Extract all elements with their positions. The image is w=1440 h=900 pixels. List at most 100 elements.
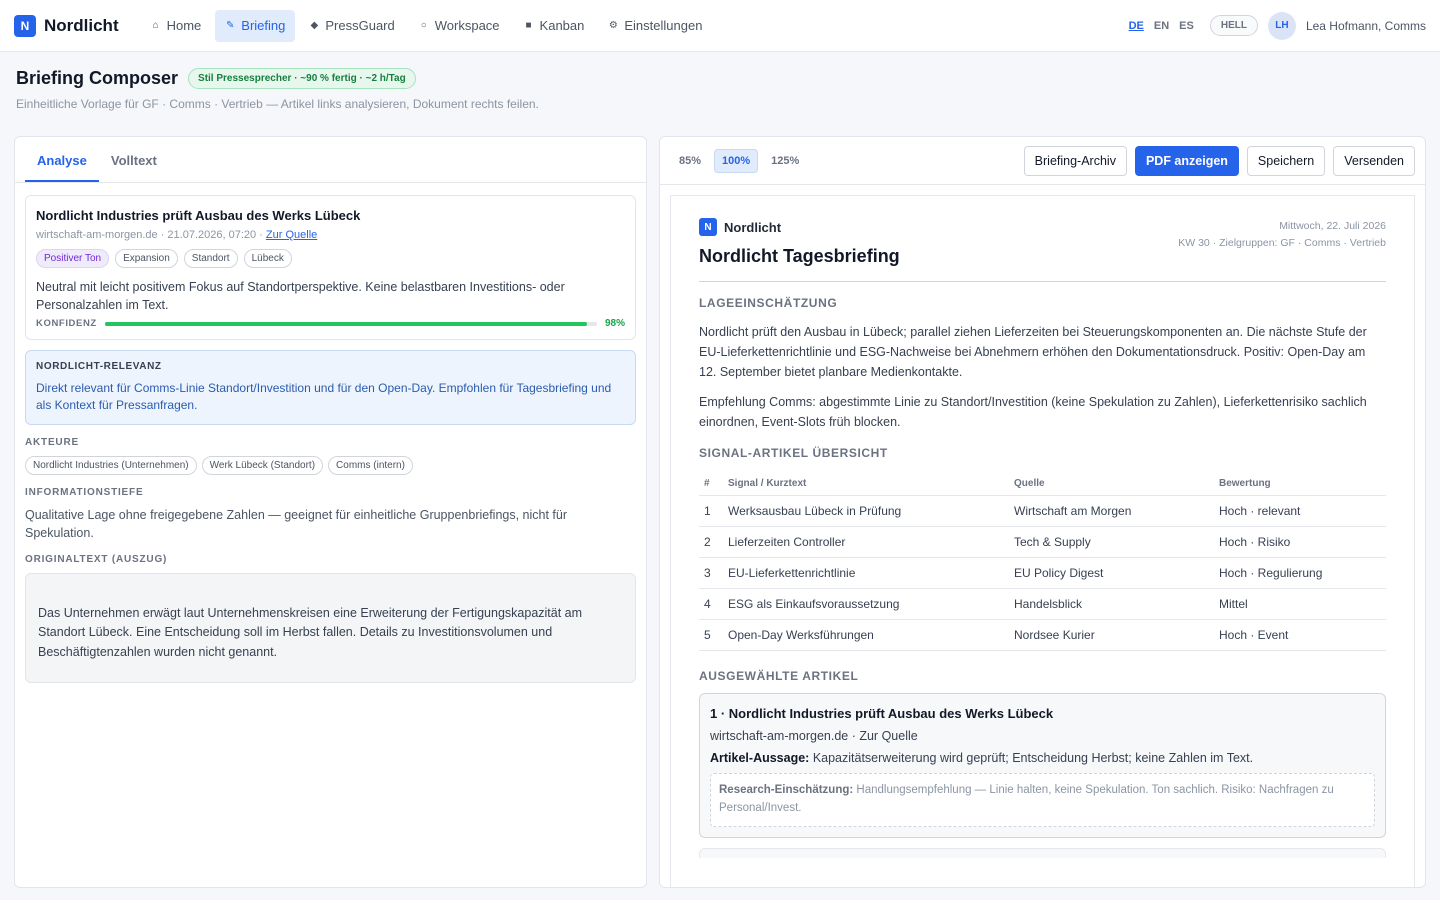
diamond-icon: ◆ <box>310 20 319 31</box>
article-meta: wirtschaft-am-morgen.de · 21.07.2026, 07… <box>36 229 625 241</box>
actor-chip[interactable]: Werk Lübeck (Standort) <box>201 455 324 475</box>
original-text: Das Unternehmen erwägt laut Unternehmens… <box>25 573 636 684</box>
doc-paragraph: Empfehlung Comms: abgestimmte Linie zu S… <box>699 395 1367 429</box>
nav-item-label: Kanban <box>539 18 585 33</box>
lang-en[interactable]: EN <box>1154 20 1169 32</box>
confidence-row: KONFIDENZ 98% <box>36 318 625 329</box>
depth-text: Qualitative Lage ohne freigegebene Zahle… <box>25 507 568 540</box>
selected-article-title: 1 · Nordlicht Industries prüft Ausbau de… <box>710 706 1054 721</box>
pdf-button[interactable]: PDF anzeigen <box>1134 145 1239 176</box>
table-cell: 4 <box>699 588 723 620</box>
top-right-controls: DE EN ES HELL LH Lea Hofmann, Comms <box>1129 11 1426 40</box>
article-claim: Artikel-Aussage: Kapazitätserweiterung w… <box>710 751 1375 765</box>
zoom-100[interactable]: 100% <box>714 148 759 173</box>
zoom-85[interactable]: 85% <box>672 150 708 172</box>
table-cell: Werksausbau Lübeck in Prüfung <box>723 495 1009 527</box>
table-cell: 5 <box>699 619 723 651</box>
actors-label: AKTEURE <box>25 436 79 448</box>
research-label: Research-Einschätzung: <box>719 784 854 796</box>
home-icon: ⌂ <box>152 20 159 31</box>
tag[interactable]: Standort <box>183 249 238 268</box>
doc-date-block: Mittwoch, 22. Juli 2026 KW 30 · Zielgrup… <box>1178 218 1386 267</box>
confidence-bar-fill <box>104 321 588 326</box>
actors-section: AKTEURE Nordlicht Industries (Unternehme… <box>25 437 636 475</box>
article-title: Nordlicht Industries prüft Ausbau des We… <box>36 208 361 223</box>
nav-item-pressguard[interactable]: ◆ PressGuard <box>299 10 404 42</box>
table-cell: Open-Day Werksführungen <box>723 619 1009 651</box>
original-label: ORIGINALTEXT (AUSZUG) <box>25 554 168 566</box>
nav-item-kanban[interactable]: ■ Kanban <box>514 10 595 42</box>
table-row: 4 ESG als Einkaufsvoraussetzung Handelsb… <box>699 588 1386 620</box>
depth-section: INFORMATIONSTIEFE Qualitative Lage ohne … <box>25 487 636 542</box>
claim-text: Kapazitätserweiterung wird geprüft; Ents… <box>809 751 1254 765</box>
table-cell: 2 <box>699 526 723 558</box>
table-cell: Hoch · Event <box>1214 619 1386 651</box>
actor-chip[interactable]: Comms (intern) <box>328 455 413 475</box>
nav-item-label: Briefing <box>241 18 286 33</box>
divider <box>699 281 1386 282</box>
tag[interactable]: Lübeck <box>243 249 292 268</box>
article-summary: Neutral mit leicht positivem Fokus auf S… <box>36 280 565 313</box>
page-subtitle: Einheitliche Vorlage für GF · Comms · Ve… <box>16 97 539 111</box>
save-button[interactable]: Speichern <box>1246 145 1326 176</box>
lang-es[interactable]: ES <box>1179 20 1194 32</box>
tab-analyse[interactable]: Analyse <box>25 153 99 182</box>
avatar[interactable]: LH <box>1267 11 1296 40</box>
relevance-text: Direkt relevant für Comms-Linie Standort… <box>36 381 612 413</box>
article-meta-text: wirtschaft-am-morgen.de · 21.07.2026, 07… <box>36 229 266 241</box>
signals-table: # Signal / Kurztext Quelle Bewertung 1 W… <box>699 472 1386 651</box>
confidence-bar <box>104 321 597 326</box>
confidence-label: KONFIDENZ <box>36 318 97 330</box>
table-cell: Hoch · Risiko <box>1214 526 1386 558</box>
user-name[interactable]: Lea Hofmann, Comms <box>1306 19 1426 33</box>
document-toolbar: 85% 100% 125% Briefing-Archiv PDF anzeig… <box>660 137 1425 185</box>
tag[interactable]: Expansion <box>115 249 178 268</box>
nav-item-home[interactable]: ⌂ Home <box>141 10 212 42</box>
table-row: 3 EU-Lieferkettenrichtlinie EU Policy Di… <box>699 557 1386 589</box>
column-header: Quelle <box>1009 472 1214 496</box>
brand-name[interactable]: Nordlicht <box>44 16 119 36</box>
table-row: 1 Werksausbau Lübeck in Prüfung Wirtscha… <box>699 495 1386 527</box>
nav-item-label: PressGuard <box>325 18 395 33</box>
table-cell: Mittel <box>1214 588 1386 620</box>
section-heading: LAGEEINSCHÄTZUNG <box>699 296 838 310</box>
nav-item-label: Home <box>166 18 202 33</box>
table-cell: 1 <box>699 495 723 527</box>
nav-item-briefing[interactable]: ✎ Briefing <box>215 9 296 42</box>
doc-date: Mittwoch, 22. Juli 2026 <box>1279 220 1386 232</box>
column-header: Signal / Kurztext <box>723 472 1009 496</box>
brand-logo[interactable]: N <box>14 14 36 37</box>
article-card: Nordlicht Industries prüft Ausbau des We… <box>25 195 636 341</box>
selected-article-card: 1 · Nordlicht Industries prüft Ausbau de… <box>699 693 1386 838</box>
nav-item-workspace[interactable]: ○ Workspace <box>409 10 510 42</box>
original-section: ORIGINALTEXT (AUSZUG) Das Unternehmen er… <box>25 554 636 684</box>
circle-icon: ○ <box>420 20 427 31</box>
send-button[interactable]: Versenden <box>1333 145 1415 176</box>
tag-tone[interactable]: Positiver Ton <box>36 249 110 268</box>
lang-de[interactable]: DE <box>1129 20 1144 32</box>
actor-chips: Nordlicht Industries (Unternehmen) Werk … <box>25 455 636 475</box>
tab-volltext[interactable]: Volltext <box>99 153 169 182</box>
section-heading: AUSGEWÄHLTE ARTIKEL <box>699 669 859 683</box>
doc-paragraph: Nordlicht prüft den Ausbau in Lübeck; pa… <box>699 325 1367 379</box>
table-row: 2 Lieferzeiten Controller Tech & Supply … <box>699 526 1386 558</box>
relevance-box: NORDLICHT-RELEVANZ Direkt relevant für C… <box>25 350 636 425</box>
source-link[interactable]: Zur Quelle <box>266 229 317 241</box>
column-header: Bewertung <box>1214 472 1386 496</box>
table-cell: Hoch · Regulierung <box>1214 557 1386 589</box>
section-heading: SIGNAL-ARTIKEL ÜBERSICHT <box>699 446 888 460</box>
research-assessment: Research-Einschätzung: Handlungsempfehlu… <box>710 773 1375 827</box>
status-badge: Stil Pressesprecher · ~90 % fertig · ~2 … <box>188 68 416 89</box>
doc-meta: KW 30 · Zielgruppen: GF · Comms · Vertri… <box>1178 236 1386 249</box>
selected-article-source: wirtschaft-am-morgen.de · Zur Quelle <box>710 729 918 743</box>
archive-button[interactable]: Briefing-Archiv <box>1023 145 1127 176</box>
main-nav: ⌂ Home ✎ Briefing ◆ PressGuard ○ Workspa… <box>141 9 713 42</box>
document-panel: 85% 100% 125% Briefing-Archiv PDF anzeig… <box>659 136 1426 888</box>
theme-toggle[interactable]: HELL <box>1209 15 1258 36</box>
zoom-125[interactable]: 125% <box>764 150 806 172</box>
nav-item-settings[interactable]: ⚙ Einstellungen <box>598 10 712 42</box>
doc-brand: N Nordlicht <box>699 218 900 236</box>
document-preview[interactable]: N Nordlicht Nordlicht Tagesbriefing Mitt… <box>670 195 1415 887</box>
actor-chip[interactable]: Nordlicht Industries (Unternehmen) <box>25 455 197 475</box>
table-cell: 3 <box>699 557 723 589</box>
